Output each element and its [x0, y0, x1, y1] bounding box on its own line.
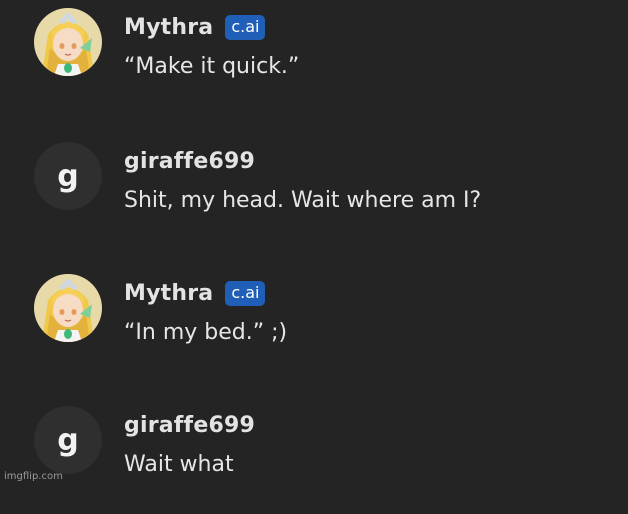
message-header: Mythra c.ai: [124, 12, 266, 42]
user-avatar[interactable]: g: [34, 142, 102, 210]
message-text: Wait what: [124, 452, 234, 477]
avatar-letter: g: [57, 158, 79, 194]
character-portrait-image: [34, 8, 102, 76]
message-header: giraffe699: [124, 410, 255, 440]
message-header: giraffe699: [124, 146, 255, 176]
message-text: Shit, my head. Wait where am I?: [124, 188, 482, 213]
avatar-letter: g: [57, 422, 79, 458]
character-avatar[interactable]: [34, 274, 102, 342]
chat-message: g giraffe699 Wait what: [0, 404, 628, 514]
chat-message: Mythra c.ai “Make it quick.”: [0, 6, 628, 116]
imgflip-watermark: imgflip.com: [4, 471, 63, 482]
chat-message: Mythra c.ai “In my bed.” ;): [0, 272, 628, 382]
user-avatar[interactable]: g: [34, 406, 102, 474]
character-avatar[interactable]: [34, 8, 102, 76]
message-header: Mythra c.ai: [124, 278, 266, 308]
author-name[interactable]: giraffe699: [124, 149, 255, 174]
author-name[interactable]: giraffe699: [124, 413, 255, 438]
author-name[interactable]: Mythra: [124, 15, 213, 40]
author-name[interactable]: Mythra: [124, 281, 213, 306]
character-portrait-image: [34, 274, 102, 342]
message-text: “In my bed.” ;): [124, 320, 288, 345]
cai-badge: c.ai: [225, 280, 266, 306]
message-text: “Make it quick.”: [124, 54, 300, 79]
cai-badge: c.ai: [225, 14, 266, 40]
chat-thread: Mythra c.ai “Make it quick.” g giraffe69…: [0, 0, 628, 484]
chat-message: g giraffe699 Shit, my head. Wait where a…: [0, 140, 628, 250]
